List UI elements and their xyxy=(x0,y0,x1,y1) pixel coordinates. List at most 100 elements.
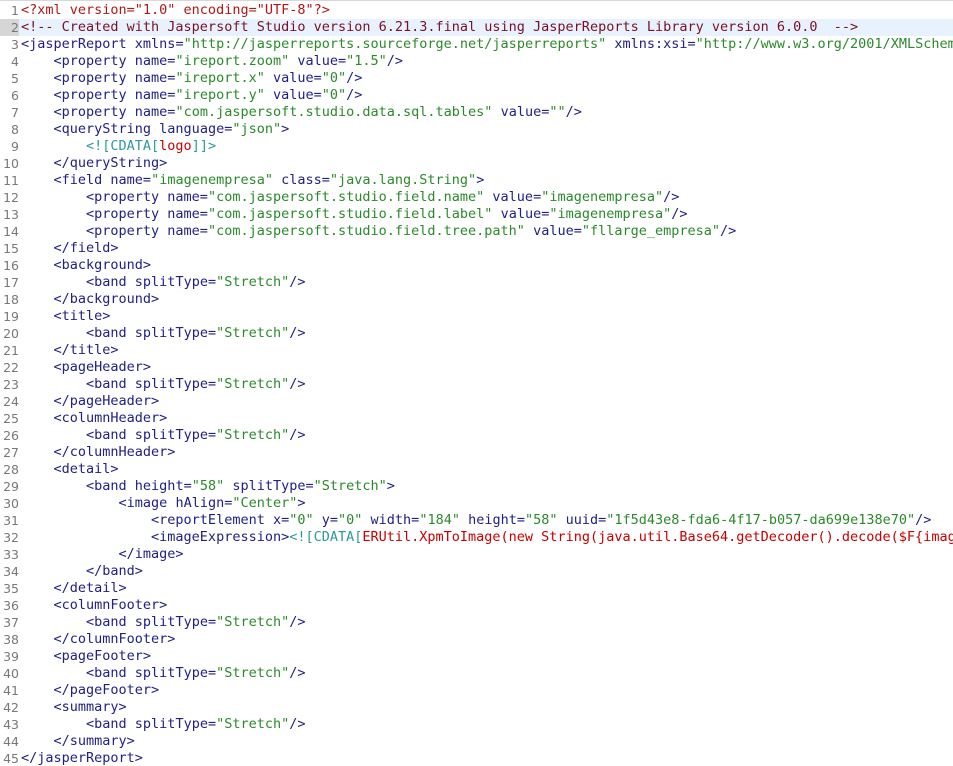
code-line[interactable]: 35 </detail> xyxy=(0,580,953,597)
code-line[interactable]: 12 <property name="com.jaspersoft.studio… xyxy=(0,189,953,206)
code-line[interactable]: 19 <title> xyxy=(0,308,953,325)
code-line[interactable]: 15 </field> xyxy=(0,240,953,257)
code-line[interactable]: 39 <pageFooter> xyxy=(0,648,953,665)
line-code[interactable]: <imageExpression><![CDATA[ERUtil.XpmToIm… xyxy=(21,529,953,546)
code-line[interactable]: 8 <queryString language="json"> xyxy=(0,121,953,138)
code-token: y= xyxy=(313,512,339,528)
code-line[interactable]: 18 </background> xyxy=(0,291,953,308)
line-code[interactable]: </image> xyxy=(21,546,184,563)
code-line[interactable]: 10 </queryString> xyxy=(0,155,953,172)
line-code[interactable]: <band splitType="Stretch"/> xyxy=(21,376,305,393)
code-line[interactable]: 22 <pageHeader> xyxy=(0,359,953,376)
line-code[interactable]: </pageHeader> xyxy=(21,393,160,410)
code-line[interactable]: 27 </columnHeader> xyxy=(0,444,953,461)
code-line[interactable]: 20 <band splitType="Stretch"/> xyxy=(0,325,953,342)
line-code[interactable]: <property name="ireport.y" value="0"/> xyxy=(21,87,363,104)
line-code[interactable]: <property name="com.jaspersoft.studio.da… xyxy=(21,104,582,121)
code-line[interactable]: 7 <property name="com.jaspersoft.studio.… xyxy=(0,104,953,121)
line-code[interactable]: <columnFooter> xyxy=(21,597,168,614)
code-line[interactable]: 38 </columnFooter> xyxy=(0,631,953,648)
line-code[interactable]: <pageHeader> xyxy=(21,359,152,376)
code-line[interactable]: 43 <band splitType="Stretch"/> xyxy=(0,716,953,733)
line-code[interactable]: </columnHeader> xyxy=(21,444,176,461)
line-code[interactable]: <band splitType="Stretch"/> xyxy=(21,325,305,342)
line-code[interactable]: <![CDATA[logo]]> xyxy=(21,138,216,155)
line-code[interactable]: </field> xyxy=(21,240,119,257)
code-line[interactable]: 4 <property name="ireport.zoom" value="1… xyxy=(0,53,953,70)
code-line[interactable]: 37 <band splitType="Stretch"/> xyxy=(0,614,953,631)
code-line[interactable]: 33 </image> xyxy=(0,546,953,563)
code-line[interactable]: 17 <band splitType="Stretch"/> xyxy=(0,274,953,291)
line-code[interactable]: <band splitType="Stretch"/> xyxy=(21,274,305,291)
code-line[interactable]: 2 <!-- Created with Jaspersoft Studio ver… xyxy=(0,19,953,36)
line-code[interactable]: <property name="com.jaspersoft.studio.fi… xyxy=(21,206,688,223)
line-code[interactable]: <summary> xyxy=(21,699,127,716)
line-code[interactable]: <band splitType="Stretch"/> xyxy=(21,716,305,733)
code-line[interactable]: 28 <detail> xyxy=(0,461,953,478)
line-code[interactable]: <band splitType="Stretch"/> xyxy=(21,614,305,631)
line-code[interactable]: <columnHeader> xyxy=(21,410,168,427)
line-code[interactable]: <image hAlign="Center"> xyxy=(21,495,306,512)
code-line[interactable]: 9 <![CDATA[logo]]> xyxy=(0,138,953,155)
code-line[interactable]: 3 <jasperReport xmlns="http://jasperrepor… xyxy=(0,36,953,53)
code-token: name= xyxy=(102,172,152,188)
code-line[interactable]: 30 <image hAlign="Center"> xyxy=(0,495,953,512)
code-token: > xyxy=(476,172,485,188)
line-code[interactable]: <property name="ireport.x" value="0"/> xyxy=(21,70,363,87)
line-code[interactable]: <field name="imagenempresa" class="java.… xyxy=(21,172,485,189)
code-line[interactable]: 41 </pageFooter> xyxy=(0,682,953,699)
line-code[interactable]: <?xml version="1.0" encoding="UTF-8"?> xyxy=(21,2,330,19)
line-code[interactable]: <title> xyxy=(21,308,111,325)
line-code[interactable]: </columnFooter> xyxy=(21,631,176,648)
code-token: /> xyxy=(346,87,363,103)
line-number: 41 xyxy=(3,683,19,698)
code-line[interactable]: 21 </title> xyxy=(0,342,953,359)
code-line[interactable]: 45 </jasperReport> xyxy=(0,750,953,766)
line-code[interactable]: <band splitType="Stretch"/> xyxy=(21,665,305,682)
line-code[interactable]: <jasperReport xmlns="http://jasperreport… xyxy=(21,36,953,53)
code-token: <property xyxy=(21,87,127,103)
line-code[interactable]: </detail> xyxy=(21,580,127,597)
line-code[interactable]: <property name="ireport.zoom" value="1.5… xyxy=(21,53,404,70)
line-code[interactable]: <property name="com.jaspersoft.studio.fi… xyxy=(21,223,736,240)
code-line[interactable]: 25 <columnHeader> xyxy=(0,410,953,427)
line-code[interactable]: <pageFooter> xyxy=(21,648,152,665)
code-lines[interactable]: 1 <?xml version="1.0" encoding="UTF-8"?> 2… xyxy=(0,2,953,766)
code-line[interactable]: 16 <background> xyxy=(0,257,953,274)
xml-source-editor[interactable]: 1 <?xml version="1.0" encoding="UTF-8"?> 2… xyxy=(0,0,953,766)
code-line[interactable]: 32 <imageExpression><![CDATA[ERUtil.XpmT… xyxy=(0,529,953,546)
line-code[interactable]: <property name="com.jaspersoft.studio.fi… xyxy=(21,189,679,206)
line-code[interactable]: <band splitType="Stretch"/> xyxy=(21,427,305,444)
code-line[interactable]: 23 <band splitType="Stretch"/> xyxy=(0,376,953,393)
code-line[interactable]: 24 </pageHeader> xyxy=(0,393,953,410)
line-code[interactable]: <detail> xyxy=(21,461,119,478)
code-line[interactable]: 44 </summary> xyxy=(0,733,953,750)
line-code[interactable]: </background> xyxy=(21,291,160,308)
line-code[interactable]: <queryString language="json"> xyxy=(21,121,290,138)
code-line[interactable]: 34 </band> xyxy=(0,563,953,580)
code-token: name= xyxy=(159,223,208,239)
code-line[interactable]: 14 <property name="com.jaspersoft.studio… xyxy=(0,223,953,240)
code-line[interactable]: 42 <summary> xyxy=(0,699,953,716)
line-code[interactable]: </pageFooter> xyxy=(21,682,160,699)
code-line[interactable]: 26 <band splitType="Stretch"/> xyxy=(0,427,953,444)
code-line[interactable]: 36 <columnFooter> xyxy=(0,597,953,614)
code-line[interactable]: 6 <property name="ireport.y" value="0"/> xyxy=(0,87,953,104)
line-code[interactable]: </title> xyxy=(21,342,119,359)
line-code[interactable]: <band height="58" splitType="Stretch"> xyxy=(21,478,395,495)
code-line[interactable]: 5 <property name="ireport.x" value="0"/> xyxy=(0,70,953,87)
code-line[interactable]: 13 <property name="com.jaspersoft.studio… xyxy=(0,206,953,223)
line-code[interactable]: </jasperReport> xyxy=(21,750,143,766)
line-code[interactable]: </queryString> xyxy=(21,155,168,172)
code-token: "ireport.zoom" xyxy=(175,53,290,69)
line-code[interactable]: </summary> xyxy=(21,733,135,750)
line-code[interactable]: <!-- Created with Jaspersoft Studio vers… xyxy=(21,19,858,36)
code-line[interactable]: 29 <band height="58" splitType="Stretch"… xyxy=(0,478,953,495)
line-code[interactable]: <background> xyxy=(21,257,152,274)
line-code[interactable]: </band> xyxy=(21,563,143,580)
code-line[interactable]: 11 <field name="imagenempresa" class="ja… xyxy=(0,172,953,189)
line-code[interactable]: <reportElement x="0" y="0" width="184" h… xyxy=(21,512,931,529)
code-line[interactable]: 40 <band splitType="Stretch"/> xyxy=(0,665,953,682)
code-line[interactable]: 1 <?xml version="1.0" encoding="UTF-8"?> xyxy=(0,2,953,19)
code-line[interactable]: 31 <reportElement x="0" y="0" width="184… xyxy=(0,512,953,529)
